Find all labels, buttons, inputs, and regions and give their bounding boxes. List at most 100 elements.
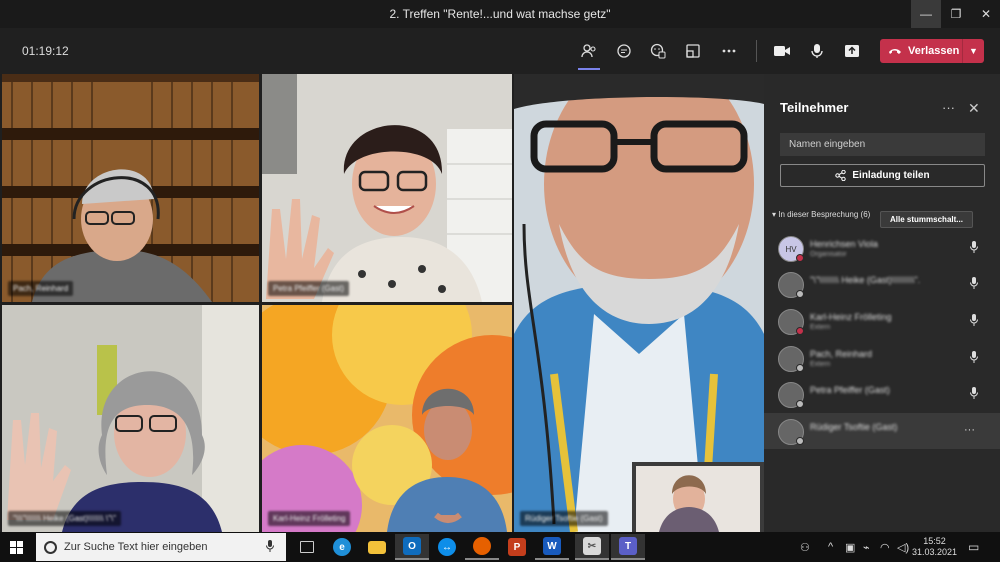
participant-name-tag: Petra Pfeiffer (Gast) — [268, 281, 349, 296]
participant-name-tag: "\\\"\\\\\\\ Heike (Gast)\\\\\\\ \"\" — [8, 511, 121, 526]
panel-title: Teilnehmer — [780, 100, 849, 115]
snipping-tool-icon[interactable]: ✂ — [575, 534, 609, 560]
firefox-icon[interactable] — [465, 534, 499, 560]
participant-search-input[interactable] — [780, 133, 985, 156]
network-icon[interactable]: ⌁ — [863, 541, 870, 554]
leave-label: Verlassen — [908, 45, 960, 57]
presence-status-icon — [796, 327, 804, 335]
task-view-icon[interactable] — [290, 534, 324, 560]
clock-date: 31.03.2021 — [912, 547, 958, 557]
participant-name: Henrichsen Viola — [810, 239, 878, 249]
toolbar-divider — [756, 40, 757, 62]
taskbar-clock[interactable]: 15:52 31.03.2021 — [912, 536, 957, 558]
presence-status-icon — [796, 437, 804, 445]
more-icon[interactable] — [716, 38, 742, 64]
teamviewer-icon[interactable]: ↔ — [430, 534, 464, 560]
notifications-icon[interactable]: ▭ — [968, 540, 979, 554]
title-bar: 2. Treffen "Rente!...und wat machse getz… — [0, 0, 1000, 28]
maximize-button[interactable]: ❐ — [941, 0, 971, 28]
taskbar-mic-icon[interactable] — [266, 540, 274, 555]
participant-role: Extern — [810, 324, 831, 331]
windows-taskbar: e O ↔ P W ✂ T ⚇ ^ ▣ ⌁ ◠ ◁) 15:52 31.03.2… — [0, 532, 1000, 562]
chevron-up-icon[interactable]: ^ — [828, 541, 833, 553]
meeting-toolbar: 01:19:12 Verlassen ▼ — [0, 28, 1000, 74]
cortana-icon — [44, 541, 57, 554]
participant-row[interactable]: Petra Pfeiffer (Gast) — [764, 376, 1000, 412]
video-tile-pach[interactable]: Pach, Reinhard — [2, 74, 259, 302]
participant-name: Petra Pfeiffer (Gast) — [810, 385, 890, 395]
chat-icon[interactable] — [611, 38, 637, 64]
presence-status-icon — [796, 364, 804, 372]
video-tile-petra[interactable]: Petra Pfeiffer (Gast) — [262, 74, 512, 302]
teams-icon[interactable]: T — [611, 534, 645, 560]
file-explorer-icon[interactable] — [360, 534, 394, 560]
leave-button[interactable]: Verlassen ▼ — [880, 39, 984, 63]
presence-status-icon — [796, 290, 804, 298]
video-tile-ruediger[interactable]: Rüdiger Tsoftie (Gast) — [514, 74, 764, 532]
tray-app-icon[interactable]: ▣ — [845, 541, 855, 554]
more-options-icon[interactable]: ··· — [964, 424, 975, 436]
microphone-icon[interactable] — [970, 351, 978, 366]
participant-role: Extern — [810, 361, 831, 368]
panel-close-icon[interactable]: ✕ — [968, 100, 980, 117]
participant-name: Karl-Heinz Frölleting — [810, 312, 892, 322]
volume-icon[interactable]: ◁) — [897, 541, 909, 554]
video-frame — [2, 305, 259, 532]
in-meeting-section[interactable]: ▾ In dieser Besprechung (6) — [772, 210, 882, 220]
participant-name: "\"\\\\\\\\ Heike (Gast)\\\\\\\\\". — [810, 275, 921, 285]
participant-role: Organisator — [810, 251, 847, 258]
participant-name: Rüdiger Tsoftie (Gast) — [810, 422, 898, 432]
microphone-icon[interactable] — [970, 314, 978, 329]
taskbar-search-input[interactable] — [36, 533, 286, 561]
windows-start-icon[interactable] — [10, 541, 23, 554]
hangup-icon — [889, 49, 901, 54]
people-icon[interactable]: ⚇ — [800, 541, 810, 554]
participants-panel: Teilnehmer ··· ✕ Einladung teilen ▾ In d… — [764, 74, 1000, 532]
video-frame — [2, 74, 259, 302]
participant-row[interactable]: "\"\\\\\\\\ Heike (Gast)\\\\\\\\\". — [764, 266, 1000, 302]
invite-label: Einladung teilen — [852, 170, 930, 181]
camera-icon[interactable] — [769, 38, 795, 64]
video-frame — [514, 74, 764, 532]
outlook-icon[interactable]: O — [395, 534, 429, 560]
video-frame — [262, 305, 512, 532]
microphone-icon[interactable] — [970, 277, 978, 292]
microphone-icon[interactable] — [804, 38, 830, 64]
presence-status-icon — [796, 254, 804, 262]
participant-name-tag: Karl-Heinz Frölleting — [268, 511, 351, 526]
avatar-initials: HV — [785, 244, 797, 254]
share-invite-button[interactable]: Einladung teilen — [780, 164, 985, 187]
chevron-down-icon[interactable]: ▼ — [962, 39, 984, 63]
microphone-icon[interactable] — [970, 387, 978, 402]
participants-icon[interactable] — [576, 38, 602, 70]
powerpoint-icon[interactable]: P — [500, 534, 534, 560]
section-label: In dieser Besprechung (6) — [778, 210, 871, 219]
presence-status-icon — [796, 400, 804, 408]
participant-row[interactable]: Pach, Reinhard Extern — [764, 340, 1000, 376]
share-icon[interactable] — [839, 38, 865, 64]
reactions-icon[interactable] — [645, 38, 671, 64]
mute-all-button[interactable]: Alle stummschalt... — [880, 211, 973, 228]
video-tile-heike[interactable]: "\\\"\\\\\\\ Heike (Gast)\\\\\\\ \"\" — [2, 305, 259, 532]
video-frame — [262, 74, 512, 302]
wifi-icon[interactable]: ◠ — [880, 541, 890, 554]
panel-more-icon[interactable]: ··· — [942, 100, 955, 115]
leave-main[interactable]: Verlassen — [880, 45, 962, 57]
minimize-button[interactable]: — — [911, 0, 941, 28]
participant-name-tag: Rüdiger Tsoftie (Gast) — [520, 511, 608, 526]
word-icon[interactable]: W — [535, 534, 569, 560]
participant-name-tag: Pach, Reinhard — [8, 281, 74, 296]
video-tile-karl-heinz[interactable]: Karl-Heinz Frölleting — [262, 305, 512, 532]
microphone-icon[interactable] — [970, 241, 978, 256]
participant-row[interactable]: HV Henrichsen Viola Organisator — [764, 230, 1000, 266]
clock-time: 15:52 — [923, 536, 946, 546]
share-link-icon — [835, 170, 847, 181]
edge-icon[interactable]: e — [325, 534, 359, 560]
participant-name: Pach, Reinhard — [810, 349, 873, 359]
meeting-timer: 01:19:12 — [22, 44, 69, 58]
rooms-icon[interactable] — [680, 38, 706, 64]
participant-row[interactable]: Rüdiger Tsoftie (Gast) ··· — [764, 413, 1000, 449]
participant-row[interactable]: Karl-Heinz Frölleting Extern — [764, 303, 1000, 339]
close-window-button[interactable]: ✕ — [971, 0, 1000, 28]
window-title: 2. Treffen "Rente!...und wat machse getz… — [389, 7, 611, 21]
